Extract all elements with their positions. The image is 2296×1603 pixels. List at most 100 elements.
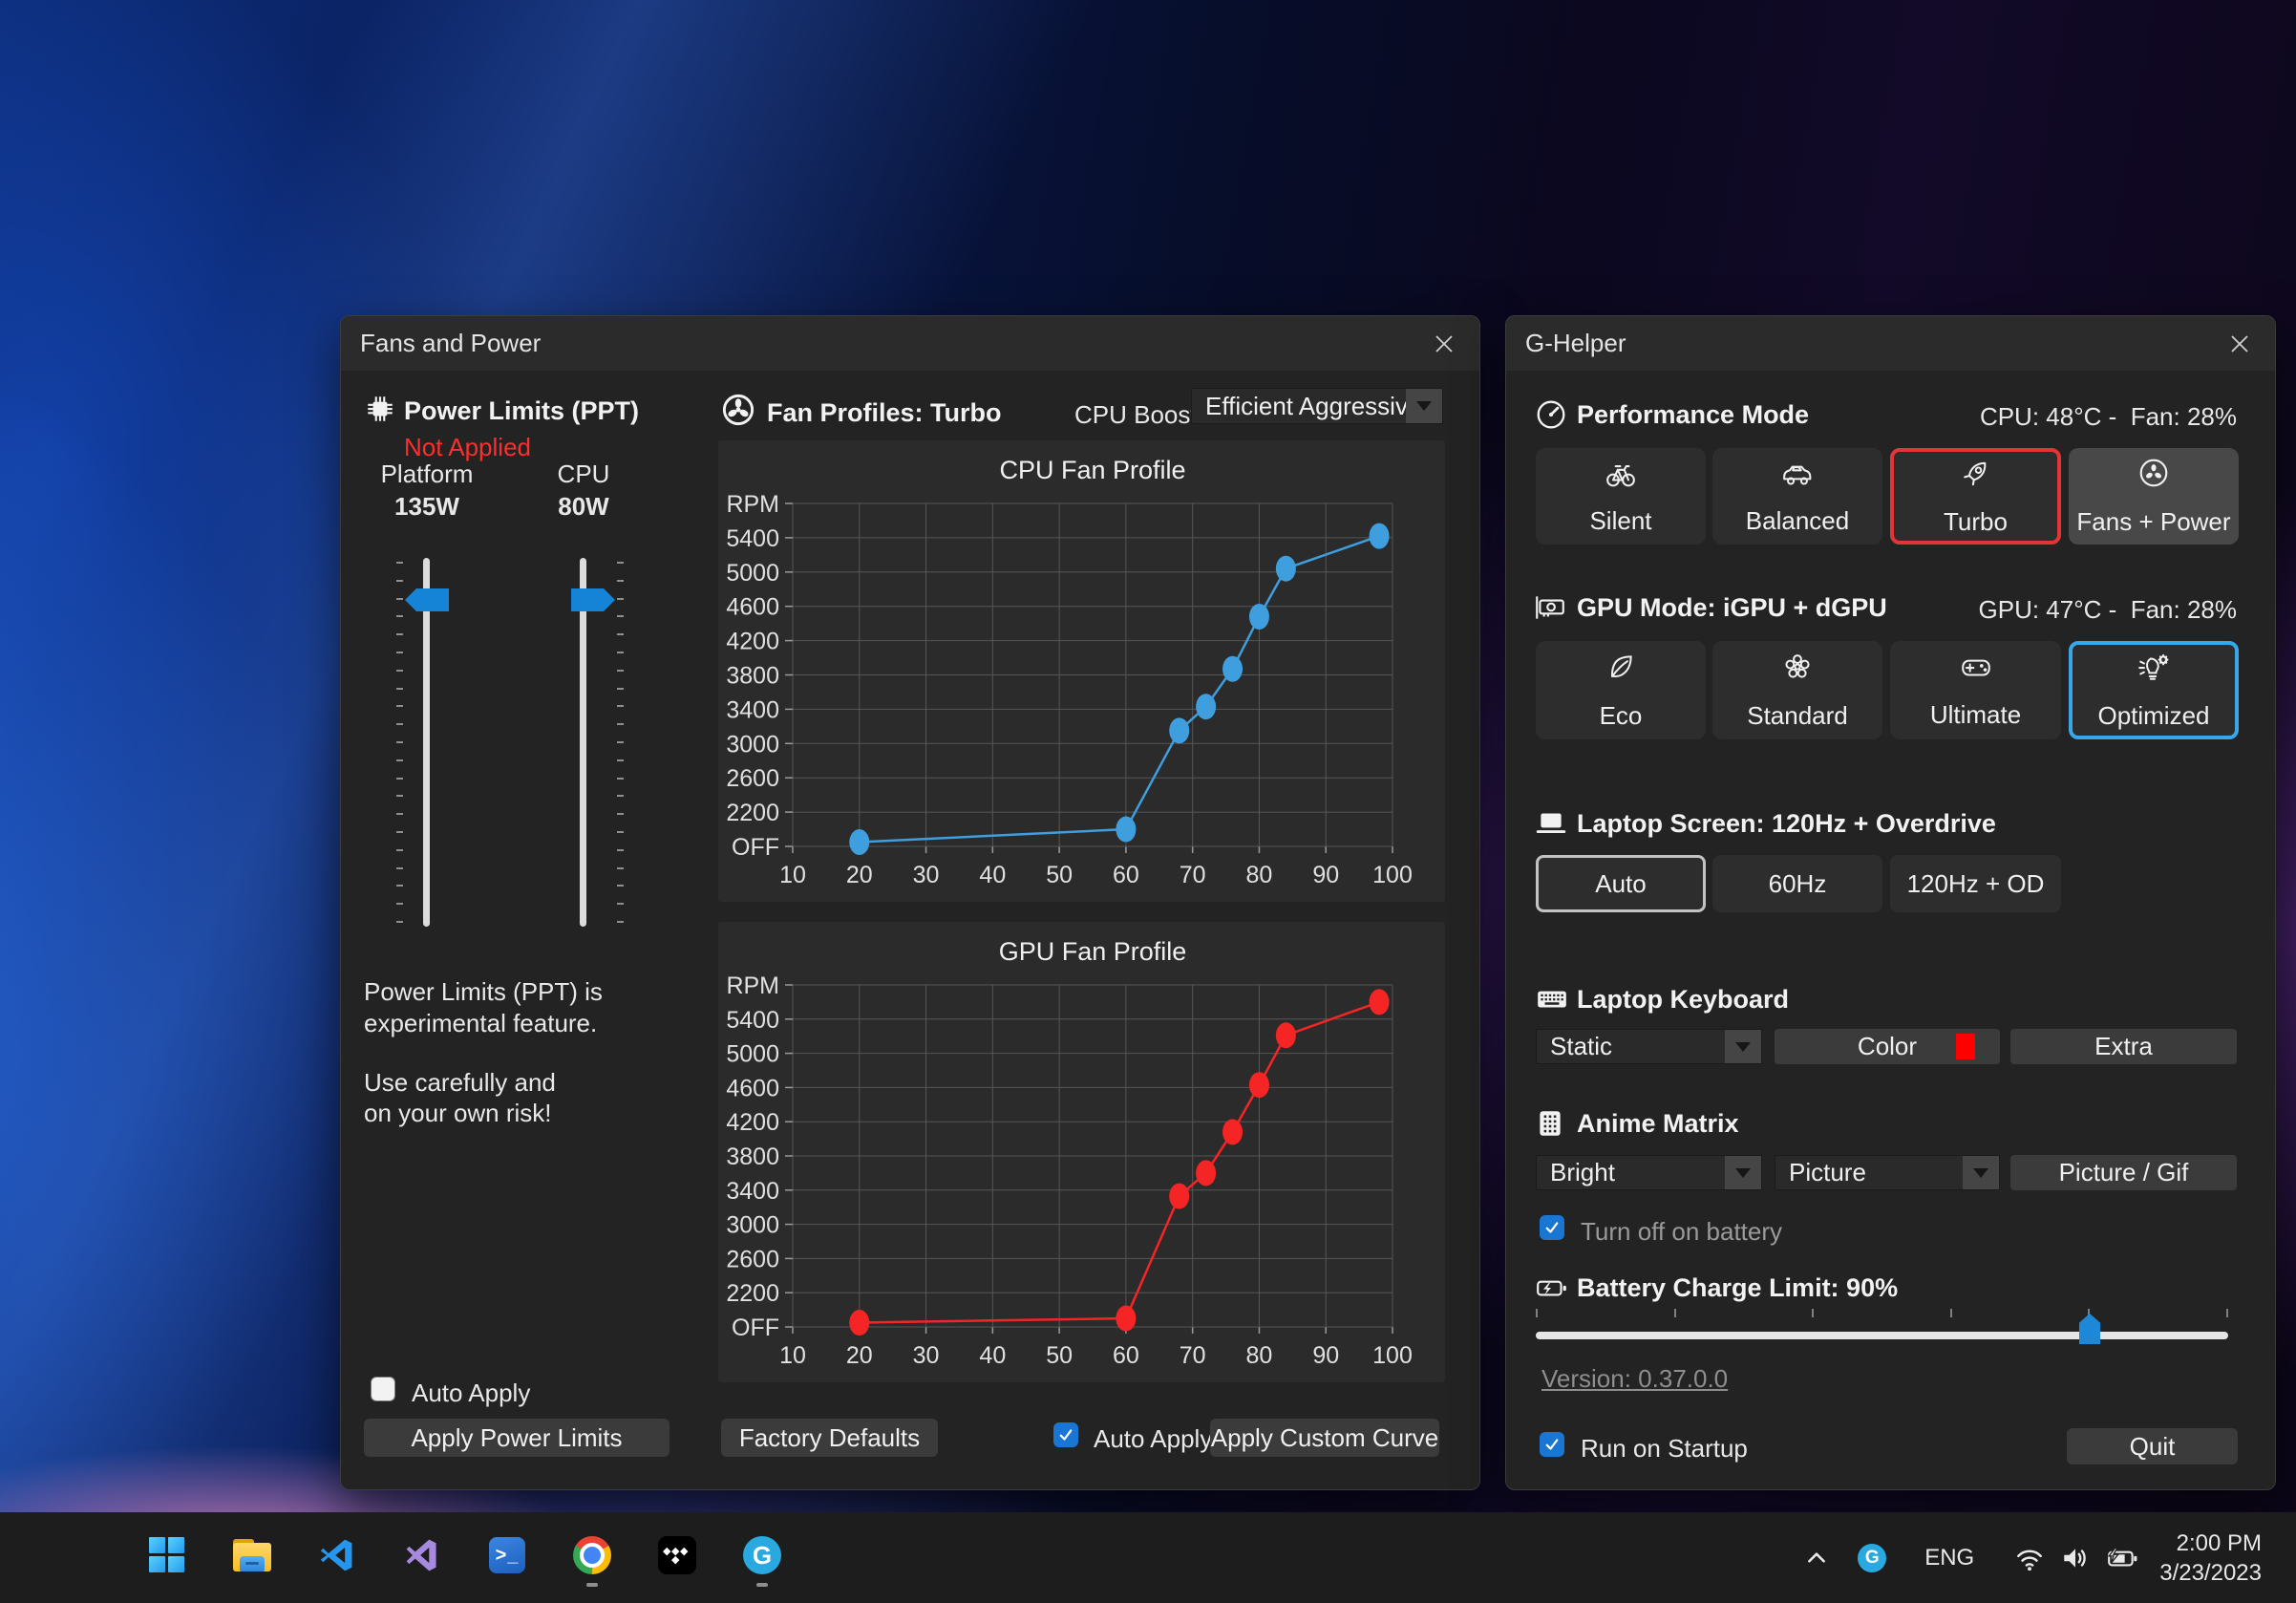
volume-icon[interactable] — [2060, 1544, 2091, 1572]
mode-button-turbo[interactable]: Turbo — [1890, 448, 2061, 545]
keyboard-extra-button[interactable]: Extra — [2010, 1029, 2237, 1064]
svg-text:40: 40 — [979, 862, 1006, 888]
anime-mode-dropdown[interactable]: Picture — [1775, 1155, 2000, 1190]
visual-studio-button[interactable] — [401, 1534, 443, 1576]
keyboard-color-label: Color — [1858, 1032, 1917, 1061]
svg-text:100: 100 — [1372, 1342, 1413, 1369]
gpu-button-optimized[interactable]: Optimized — [2069, 641, 2239, 739]
car-icon — [1779, 458, 1816, 495]
vscode-button[interactable] — [316, 1534, 358, 1576]
gpu-temp-status: GPU: 47°C - Fan: 28% — [1979, 595, 2238, 625]
terminal-button[interactable]: >_ — [486, 1534, 528, 1576]
gpu-button-label: Ultimate — [1930, 700, 2021, 730]
cpu-boost-dropdown[interactable]: Efficient Aggressive — [1191, 388, 1443, 424]
gpu-fan-chart[interactable]: GPU Fan Profile102030405060708090100OFF2… — [718, 922, 1445, 1382]
laptop-keyboard-header: Laptop Keyboard — [1577, 985, 1789, 1015]
gpu-button-eco[interactable]: Eco — [1536, 641, 1706, 739]
keyboard-color-swatch — [1956, 1034, 1975, 1059]
leaf-icon — [1605, 651, 1637, 690]
cpu-slider-thumb[interactable] — [571, 588, 615, 611]
keyboard-mode-value: Static — [1550, 1032, 1612, 1061]
cpu-slider-ticks — [617, 562, 624, 923]
run-on-startup-checkbox[interactable] — [1540, 1432, 1564, 1457]
svg-text:3000: 3000 — [726, 1212, 779, 1239]
svg-text:90: 90 — [1312, 862, 1339, 888]
svg-text:40: 40 — [979, 1342, 1006, 1369]
gamepad-icon — [1959, 652, 1993, 689]
gpu-button-ultimate[interactable]: Ultimate — [1890, 641, 2061, 739]
fans-window-title: Fans and Power — [360, 329, 541, 358]
chrome-button[interactable] — [571, 1534, 613, 1576]
anime-brightness-dropdown[interactable]: Bright — [1536, 1155, 1762, 1190]
visual-studio-icon — [403, 1536, 441, 1574]
battery-slider[interactable] — [1536, 1310, 2228, 1344]
tidal-button[interactable]: ◆◆ ◆◆ — [656, 1534, 698, 1576]
screen-button-60hz[interactable]: 60Hz — [1712, 855, 1882, 912]
ghelper-title: G-Helper — [1525, 329, 1626, 358]
svg-text:100: 100 — [1372, 862, 1413, 888]
svg-text:2600: 2600 — [726, 765, 779, 792]
anime-picture-gif-button[interactable]: Picture / Gif — [2010, 1155, 2237, 1190]
svg-text:3800: 3800 — [726, 663, 779, 690]
curve-auto-apply-label: Auto Apply — [1094, 1424, 1212, 1454]
chevron-down-icon[interactable] — [1725, 1156, 1761, 1189]
apply-power-limits-button[interactable]: Apply Power Limits — [364, 1419, 670, 1457]
quit-button[interactable]: Quit — [2067, 1428, 2238, 1464]
cpu-fan-chart[interactable]: CPU Fan Profile102030405060708090100OFF2… — [718, 440, 1445, 902]
terminal-icon: >_ — [489, 1537, 525, 1573]
close-icon[interactable] — [1428, 328, 1460, 360]
platform-slider-thumb[interactable] — [405, 588, 449, 611]
svg-text:OFF: OFF — [732, 1314, 779, 1341]
svg-text:50: 50 — [1046, 1342, 1073, 1369]
svg-text:OFF: OFF — [732, 834, 779, 861]
power-auto-apply-checkbox[interactable] — [371, 1377, 395, 1401]
keyboard-mode-dropdown[interactable]: Static — [1536, 1029, 1762, 1064]
svg-text:2200: 2200 — [726, 800, 779, 826]
svg-text:2200: 2200 — [726, 1280, 779, 1307]
screen-button-auto[interactable]: Auto — [1536, 855, 1706, 912]
mode-button-fans-power[interactable]: Fans + Power — [2069, 448, 2239, 545]
tray-clock[interactable]: 2:00 PM 3/23/2023 — [2159, 1528, 2262, 1588]
chevron-down-icon[interactable] — [1725, 1030, 1761, 1063]
fans-window-titlebar[interactable]: Fans and Power — [341, 316, 1479, 371]
file-explorer-button[interactable] — [231, 1534, 273, 1576]
start-button[interactable] — [146, 1534, 188, 1576]
folder-icon — [233, 1539, 271, 1571]
svg-text:60: 60 — [1113, 1342, 1139, 1369]
battery-slider-thumb[interactable] — [2079, 1314, 2100, 1344]
chevron-down-icon[interactable] — [1963, 1156, 1999, 1189]
svg-text:4200: 4200 — [726, 629, 779, 655]
cpu-temp-status: CPU: 48°C - Fan: 28% — [1980, 402, 2237, 432]
wifi-icon[interactable] — [2014, 1544, 2045, 1572]
keyboard-color-button[interactable]: Color — [1775, 1029, 2000, 1064]
factory-defaults-button[interactable]: Factory Defaults — [721, 1419, 938, 1457]
battery-charging-icon[interactable] — [2106, 1544, 2138, 1572]
platform-slider-track[interactable] — [423, 558, 430, 927]
ghelper-taskbar-button[interactable]: G — [741, 1534, 783, 1576]
tray-language[interactable]: ENG — [1924, 1545, 1974, 1571]
ghelper-titlebar[interactable]: G-Helper — [1506, 316, 2275, 371]
mode-button-label: Balanced — [1746, 506, 1849, 536]
power-limits-note-line3: Use carefully and — [364, 1068, 556, 1098]
anime-battery-checkbox[interactable] — [1540, 1215, 1564, 1240]
gpu-button-standard[interactable]: Standard — [1712, 641, 1882, 739]
apply-custom-curve-button[interactable]: Apply Custom Curve — [1210, 1419, 1439, 1457]
tray-ghelper-icon[interactable]: G — [1858, 1544, 1886, 1572]
mode-button-balanced[interactable]: Balanced — [1712, 448, 1882, 545]
gpu-button-label: Standard — [1747, 701, 1848, 731]
close-icon[interactable] — [2223, 328, 2256, 360]
fan-circle-icon — [2137, 457, 2170, 496]
svg-text:20: 20 — [846, 862, 873, 888]
chevron-down-icon[interactable] — [1406, 389, 1442, 423]
version-link[interactable]: Version: 0.37.0.0 — [1541, 1364, 1728, 1394]
svg-text:80: 80 — [1246, 862, 1273, 888]
tray-chevron-up-icon[interactable] — [1804, 1546, 1829, 1571]
mode-button-silent[interactable]: Silent — [1536, 448, 1706, 545]
cpu-slider-track[interactable] — [580, 558, 586, 927]
cpu-fan-chart-panel: CPU Fan Profile102030405060708090100OFF2… — [718, 440, 1445, 902]
power-limits-status: Not Applied — [404, 433, 531, 462]
svg-text:4600: 4600 — [726, 1075, 779, 1101]
curve-auto-apply-checkbox[interactable] — [1053, 1422, 1078, 1447]
battery-slider-track[interactable] — [1536, 1332, 2228, 1339]
screen-button-120hz-od[interactable]: 120Hz + OD — [1890, 855, 2061, 912]
